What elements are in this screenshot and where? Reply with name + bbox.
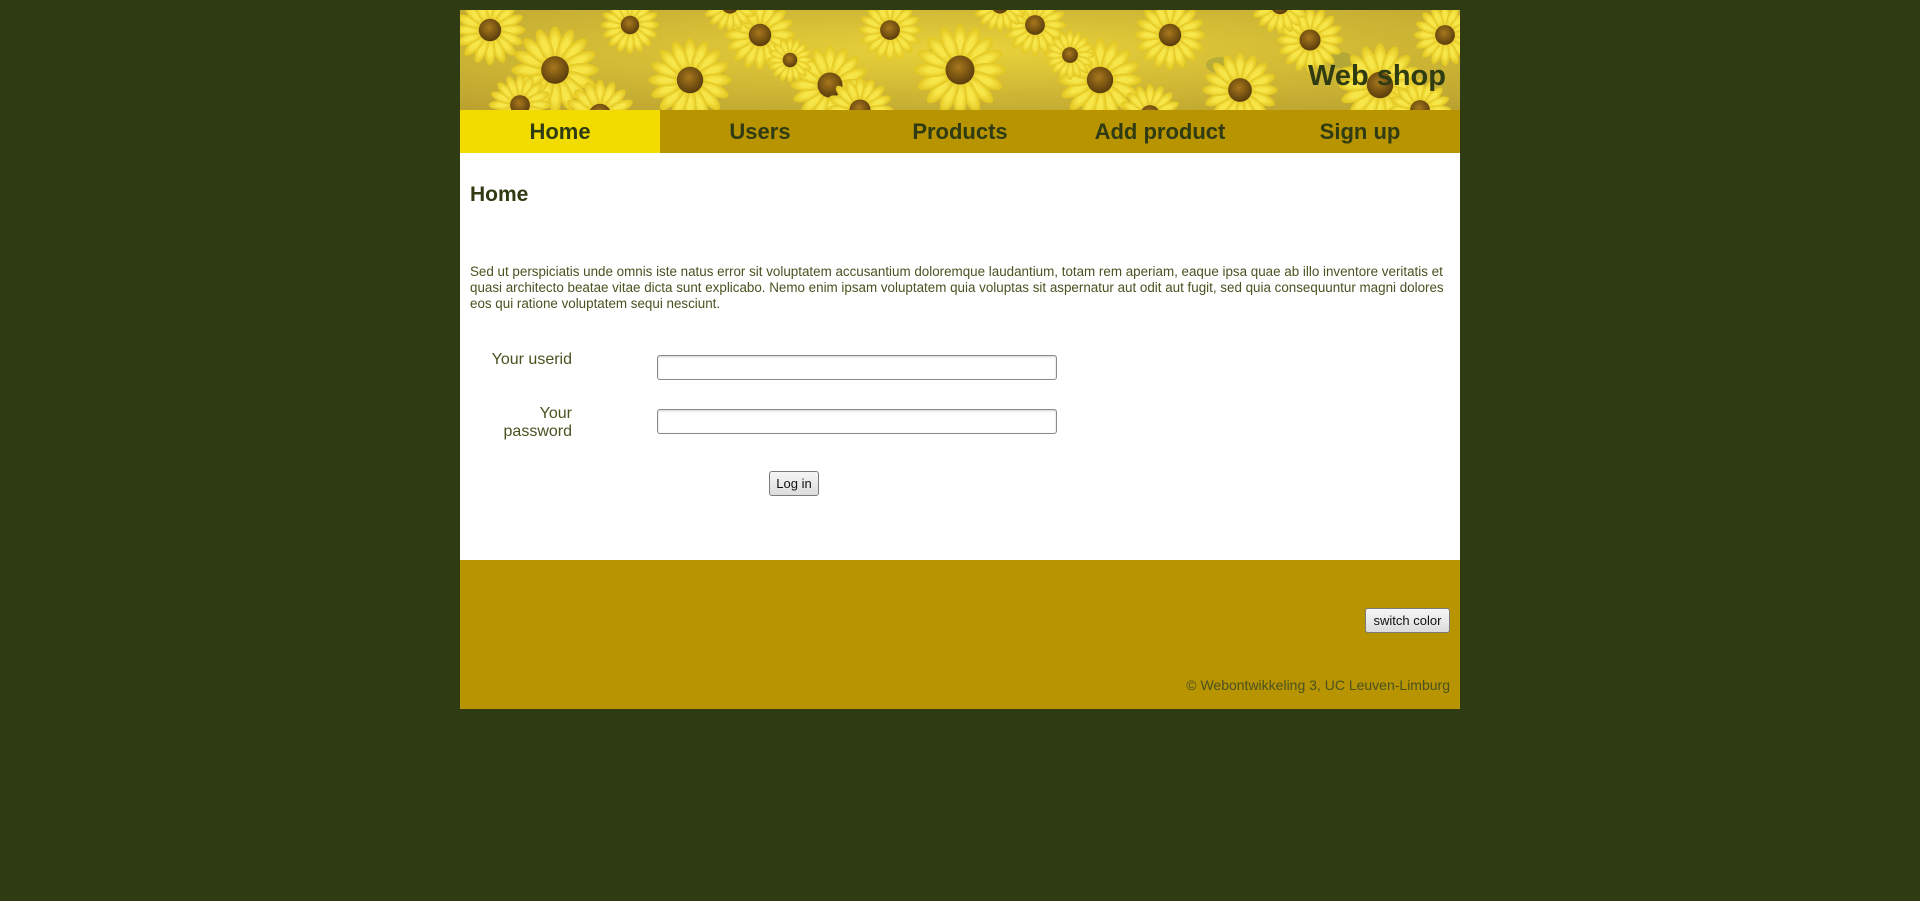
nav-item-home[interactable]: Home — [460, 110, 660, 153]
footer: switch color © Webontwikkeling 3, UC Leu… — [460, 560, 1460, 709]
intro-paragraph: Sed ut perspiciatis unde omnis iste natu… — [470, 264, 1444, 311]
page-heading: Home — [470, 183, 529, 206]
login-button[interactable]: Log in — [769, 471, 819, 496]
main-content: Home Sed ut perspiciatis unde omnis iste… — [460, 153, 1460, 560]
copyright-text: © Webontwikkeling 3, UC Leuven-Limburg — [1186, 677, 1450, 693]
page-container: Web shop Home Users Products Add product… — [460, 10, 1460, 709]
nav-item-sign-up[interactable]: Sign up — [1260, 110, 1460, 153]
nav-item-add-product[interactable]: Add product — [1060, 110, 1260, 153]
header-banner: Web shop — [460, 10, 1460, 110]
userid-label: Your userid — [491, 351, 572, 368]
nav-item-products[interactable]: Products — [860, 110, 1060, 153]
main-nav: Home Users Products Add product Sign up — [460, 110, 1460, 153]
password-label: Your password — [503, 405, 572, 440]
nav-item-users[interactable]: Users — [660, 110, 860, 153]
userid-input[interactable] — [657, 355, 1057, 380]
site-title: Web shop — [1307, 60, 1446, 92]
switch-color-button[interactable]: switch color — [1365, 608, 1450, 633]
password-input[interactable] — [657, 409, 1057, 434]
